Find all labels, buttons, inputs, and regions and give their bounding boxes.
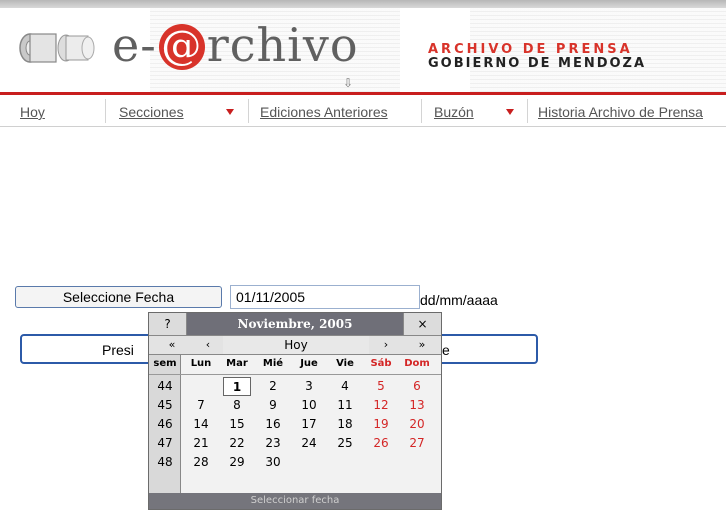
select-date-button[interactable]: Seleccione Fecha <box>15 286 222 308</box>
day-name: Sáb <box>370 358 392 369</box>
site-logo[interactable]: e- @rchivo <box>112 18 359 72</box>
site-title: ARCHIVO DE PRENSA <box>428 42 633 57</box>
week-header: sem <box>153 358 177 369</box>
day-cell[interactable]: 11 <box>331 396 359 415</box>
day-cell[interactable]: 26 <box>367 434 395 453</box>
week-number: 44 <box>157 379 173 393</box>
day-cell[interactable]: 15 <box>223 415 251 434</box>
nav-item-hoy[interactable]: Hoy <box>20 104 45 120</box>
day-cell[interactable]: 30 <box>259 453 287 472</box>
nav-separator <box>421 99 422 123</box>
site-subtitle: GOBIERNO DE MENDOZA <box>428 56 647 71</box>
prev-year-button[interactable]: « <box>157 336 187 354</box>
prev-month-button[interactable]: ‹ <box>193 336 223 354</box>
day-name: Dom <box>404 358 430 369</box>
day-cell[interactable]: 28 <box>187 453 215 472</box>
nav-item-ediciones-anteriores[interactable]: Ediciones Anteriores <box>260 104 388 120</box>
day-cell[interactable]: 27 <box>403 434 431 453</box>
newspaper-roll-icon <box>19 33 95 63</box>
nav-item-historia[interactable]: Historia Archivo de Prensa <box>538 104 703 120</box>
day-cell[interactable]: 13 <box>403 396 431 415</box>
nav-separator <box>527 99 528 123</box>
day-cell[interactable]: 2 <box>259 377 287 396</box>
date-input[interactable] <box>230 285 420 309</box>
calendar-title-bar: ? Noviembre, 2005 × <box>149 313 441 335</box>
week-number: 48 <box>157 455 173 469</box>
day-name: Mié <box>262 358 284 369</box>
day-cell[interactable]: 10 <box>295 396 323 415</box>
nav-separator <box>105 99 106 123</box>
calendar-popup: ? Noviembre, 2005 × « ‹ Hoy › » sem Lun … <box>148 312 442 510</box>
day-cell[interactable]: 16 <box>259 415 287 434</box>
day-cell[interactable]: 6 <box>403 377 431 396</box>
dropdown-arrow-icon[interactable] <box>226 109 234 115</box>
logo-prefix: e- <box>112 18 157 72</box>
site-header: e- @rchivo ⇩ ARCHIVO DE PRENSA GOBIERNO D… <box>0 0 726 92</box>
day-names-row: sem Lun Mar Mié Jue Vie Sáb Dom <box>149 355 441 375</box>
day-cell[interactable]: 5 <box>367 377 395 396</box>
day-cell[interactable]: 4 <box>331 377 359 396</box>
nav-separator <box>248 99 249 123</box>
day-cell[interactable]: 20 <box>403 415 431 434</box>
calendar-nav-bar: « ‹ Hoy › » <box>149 335 441 355</box>
nav-item-secciones[interactable]: Secciones <box>119 104 184 120</box>
header-top-stripe <box>0 0 726 8</box>
day-cell[interactable]: 3 <box>295 377 323 396</box>
nav-item-buzon[interactable]: Buzón <box>434 104 474 120</box>
main-nav: Hoy Secciones Ediciones Anteriores Buzón… <box>0 95 726 127</box>
day-name: Lun <box>190 358 212 369</box>
logo-at-symbol: @ <box>158 24 205 70</box>
calendar-title[interactable]: Noviembre, 2005 <box>187 313 403 335</box>
day-cell[interactable]: 29 <box>223 453 251 472</box>
caret-icon: ⇩ <box>343 76 354 90</box>
day-cell[interactable]: 17 <box>295 415 323 434</box>
day-cell[interactable]: 19 <box>367 415 395 434</box>
day-cell[interactable]: 18 <box>331 415 359 434</box>
next-year-button[interactable]: » <box>407 336 437 354</box>
day-cell[interactable]: 14 <box>187 415 215 434</box>
day-name: Vie <box>336 358 354 369</box>
submit-label-left: Presi <box>102 342 134 358</box>
day-name: Jue <box>300 358 318 369</box>
date-format-hint: dd/mm/aaaa <box>420 292 498 308</box>
day-cell[interactable]: 25 <box>331 434 359 453</box>
calendar-status-bar: Seleccionar fecha <box>149 493 441 509</box>
dropdown-arrow-icon[interactable] <box>506 109 514 115</box>
week-number: 46 <box>157 417 173 431</box>
day-cell[interactable]: 21 <box>187 434 215 453</box>
day-cell[interactable]: 8 <box>223 396 251 415</box>
day-cell-selected[interactable]: 1 <box>223 377 251 396</box>
day-cell[interactable]: 22 <box>223 434 251 453</box>
day-cell[interactable]: 7 <box>187 396 215 415</box>
day-cell[interactable]: 23 <box>259 434 287 453</box>
week-number: 45 <box>157 398 173 412</box>
day-name: Mar <box>226 358 248 369</box>
day-cell[interactable]: 12 <box>367 396 395 415</box>
day-cell[interactable]: 9 <box>259 396 287 415</box>
help-button[interactable]: ? <box>149 313 187 335</box>
close-button[interactable]: × <box>403 313 441 335</box>
next-month-button[interactable]: › <box>371 336 401 354</box>
submit-label-right: e <box>442 342 450 358</box>
logo-suffix: rchivo <box>206 18 359 72</box>
today-button[interactable]: Hoy <box>223 336 369 354</box>
week-number: 47 <box>157 436 173 450</box>
day-cell[interactable]: 24 <box>295 434 323 453</box>
